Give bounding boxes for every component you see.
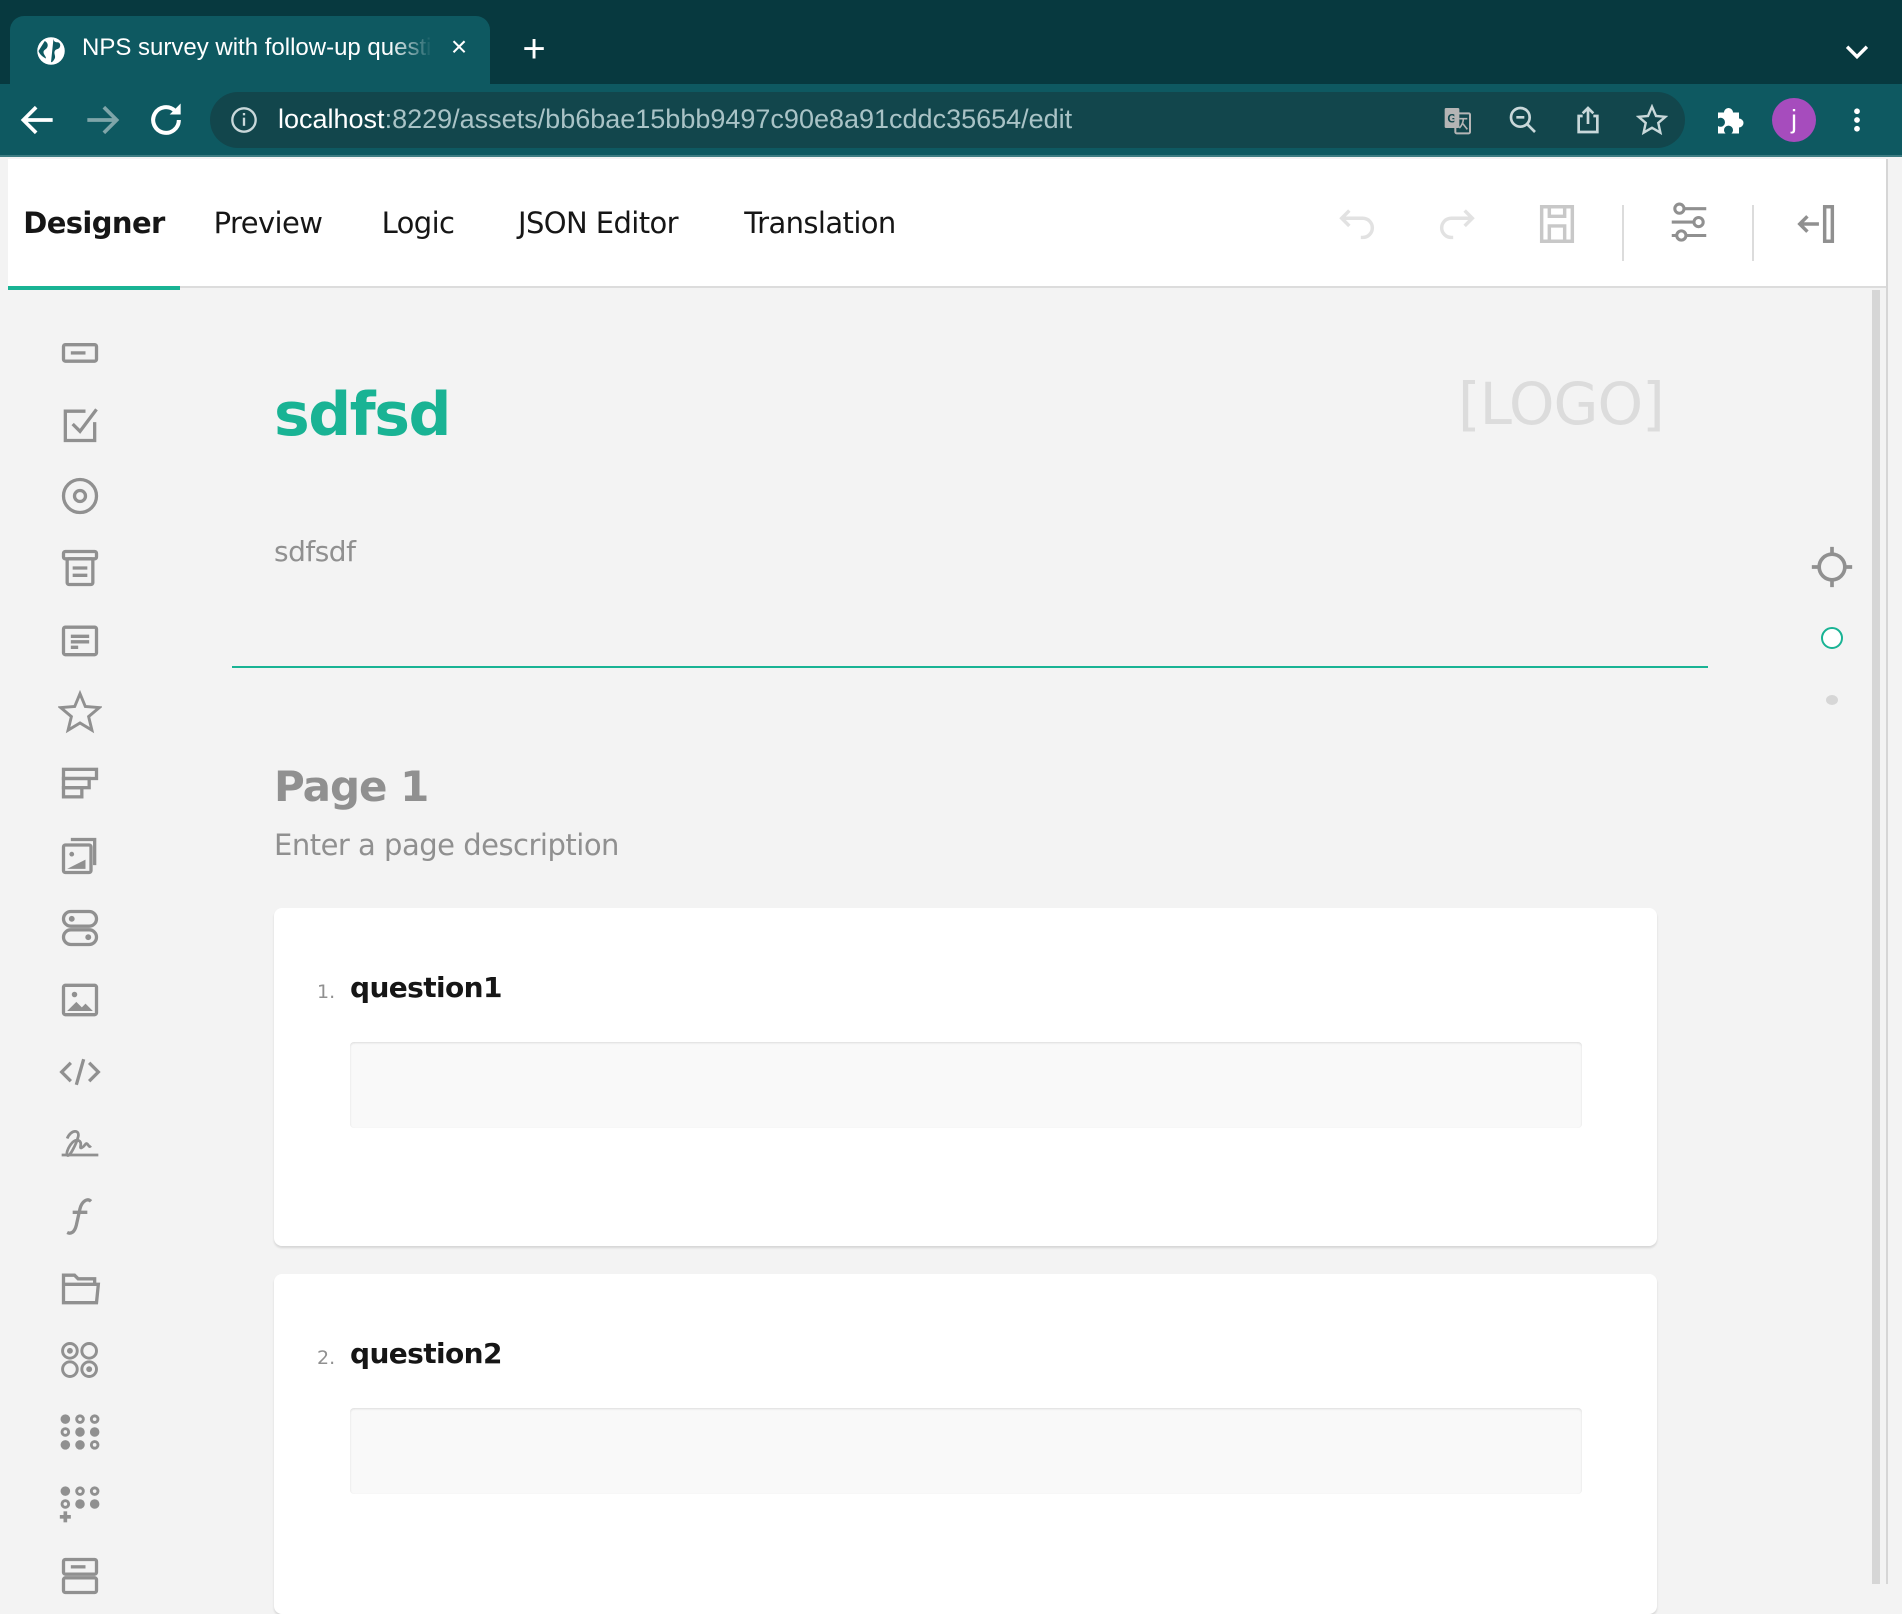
designer-canvas: sdfsd [LOGO] sdfsdf Page 1 Enter a page … [8, 290, 1886, 1614]
undo-icon[interactable] [1334, 201, 1380, 247]
url-path: :8229/assets/bb6bae15bbb9497c90e8a91cddc… [384, 104, 1073, 134]
zoom-out-icon[interactable] [1507, 104, 1539, 136]
toolbox-item-text[interactable] [58, 330, 102, 374]
tab-translation[interactable]: Translation [720, 159, 920, 288]
toolbox-item-image[interactable] [58, 978, 102, 1022]
browser-tab[interactable]: NPS survey with follow-up questions × [10, 16, 490, 86]
question-card[interactable]: 1. question1 [274, 908, 1657, 1246]
panel-edge [1886, 159, 1888, 1584]
logo-placeholder[interactable]: [LOGO] [1458, 370, 1665, 438]
page-description[interactable]: Enter a page description [274, 828, 619, 862]
header-divider [232, 666, 1708, 668]
html-icon [59, 1058, 101, 1086]
chevron-down-icon[interactable] [1840, 34, 1874, 68]
toolbar-divider [1622, 205, 1624, 261]
url-text[interactable]: localhost:8229/assets/bb6bae15bbb9497c90… [278, 104, 1072, 135]
image-picker-icon [61, 837, 97, 875]
info-icon[interactable] [230, 106, 258, 134]
page-nav-dot[interactable] [1826, 695, 1838, 705]
toolbox-item-checkbox[interactable] [58, 402, 102, 446]
matrix-dynamic-icon [59, 1486, 100, 1523]
toolbox-item-radiogroup[interactable] [58, 474, 102, 518]
single-line-input-icon [61, 343, 99, 363]
tab-logic[interactable]: Logic [358, 159, 478, 288]
reload-icon[interactable] [144, 98, 188, 142]
extensions-puzzle-icon[interactable] [1712, 102, 1748, 138]
toolbox-item-matrixdropdown[interactable] [58, 1410, 102, 1454]
radiogroup-icon [61, 477, 99, 515]
page-title[interactable]: Page 1 [274, 762, 429, 811]
toolbox-item-signaturepad[interactable] [58, 1122, 102, 1166]
toolbox-item-matrixdynamic[interactable] [58, 1482, 102, 1526]
question-title[interactable]: question2 [350, 1337, 502, 1370]
toolbox-item-ranking[interactable] [58, 762, 102, 806]
image-icon [61, 983, 99, 1017]
vertical-scrollbar[interactable] [1872, 290, 1880, 1584]
toolbox-item-matrix[interactable] [58, 1338, 102, 1382]
back-icon[interactable] [16, 98, 60, 142]
globe-icon [37, 37, 65, 65]
save-icon[interactable] [1534, 201, 1580, 247]
tab-title: NPS survey with follow-up questions [82, 34, 432, 61]
rating-icon [57, 689, 103, 734]
bookmark-star-icon[interactable] [1636, 104, 1668, 136]
profile-avatar[interactable]: j [1772, 98, 1816, 142]
matrix-multi-icon [60, 1414, 100, 1450]
comment-icon [61, 625, 99, 657]
question-input[interactable] [350, 1408, 1582, 1494]
ranking-icon [61, 767, 99, 799]
question-card[interactable]: 2. question2 [274, 1274, 1657, 1614]
checkbox-icon [63, 408, 98, 443]
matrix-single-icon [61, 1342, 98, 1378]
survey-title[interactable]: sdfsd [274, 380, 451, 450]
forward-icon[interactable] [80, 98, 124, 142]
address-bar[interactable]: localhost:8229/assets/bb6bae15bbb9497c90… [210, 92, 1685, 148]
collapse-panel-icon[interactable] [1794, 201, 1840, 247]
toolbox-item-boolean[interactable] [58, 906, 102, 950]
survey-description[interactable]: sdfsdf [274, 535, 356, 568]
new-tab-button[interactable]: + [512, 29, 556, 70]
toolbox-item-imagepicker[interactable] [58, 834, 102, 878]
url-host: localhost [278, 104, 385, 134]
designer-toolbar: Designer Preview Logic JSON Editor Trans… [8, 159, 1886, 290]
multiple-text-icon [61, 1557, 99, 1595]
locate-target-icon[interactable] [1810, 545, 1854, 589]
toolbox-item-comment[interactable] [58, 618, 102, 662]
redo-icon[interactable] [1434, 201, 1480, 247]
translate-icon[interactable]: G [1442, 104, 1474, 136]
tab-json-editor[interactable]: JSON Editor [498, 159, 698, 288]
browser-address-row: localhost:8229/assets/bb6bae15bbb9497c90… [0, 84, 1902, 157]
expression-icon [66, 1198, 93, 1235]
toolbox-item-expression[interactable] [58, 1194, 102, 1238]
signature-pad-icon [61, 1130, 99, 1157]
settings-sliders-icon[interactable] [1666, 201, 1712, 247]
close-tab-icon[interactable]: × [444, 32, 474, 62]
question-number: 2. [317, 1347, 336, 1369]
page-nav-current[interactable] [1821, 627, 1843, 649]
toolbar-divider [1752, 205, 1754, 261]
dropdown-icon [61, 549, 99, 587]
question-title[interactable]: question1 [350, 971, 502, 1004]
browser-tab-strip: NPS survey with follow-up questions × + [0, 0, 1902, 86]
toolbox-item-rating[interactable] [57, 689, 103, 734]
toolbox-item-file[interactable] [58, 1266, 102, 1310]
question-input[interactable] [350, 1042, 1582, 1128]
tab-designer[interactable]: Designer [8, 159, 180, 290]
question-number: 1. [317, 981, 336, 1003]
toolbox [8, 290, 158, 1595]
toolbox-item-html[interactable] [58, 1050, 102, 1094]
tab-preview[interactable]: Preview [198, 159, 338, 288]
boolean-icon [61, 909, 99, 947]
share-icon[interactable] [1572, 104, 1604, 136]
file-upload-icon [61, 1273, 101, 1305]
toolbox-item-dropdown[interactable] [58, 546, 102, 590]
more-menu-icon[interactable] [1842, 102, 1872, 138]
toolbox-item-multipletext[interactable] [58, 1554, 102, 1598]
